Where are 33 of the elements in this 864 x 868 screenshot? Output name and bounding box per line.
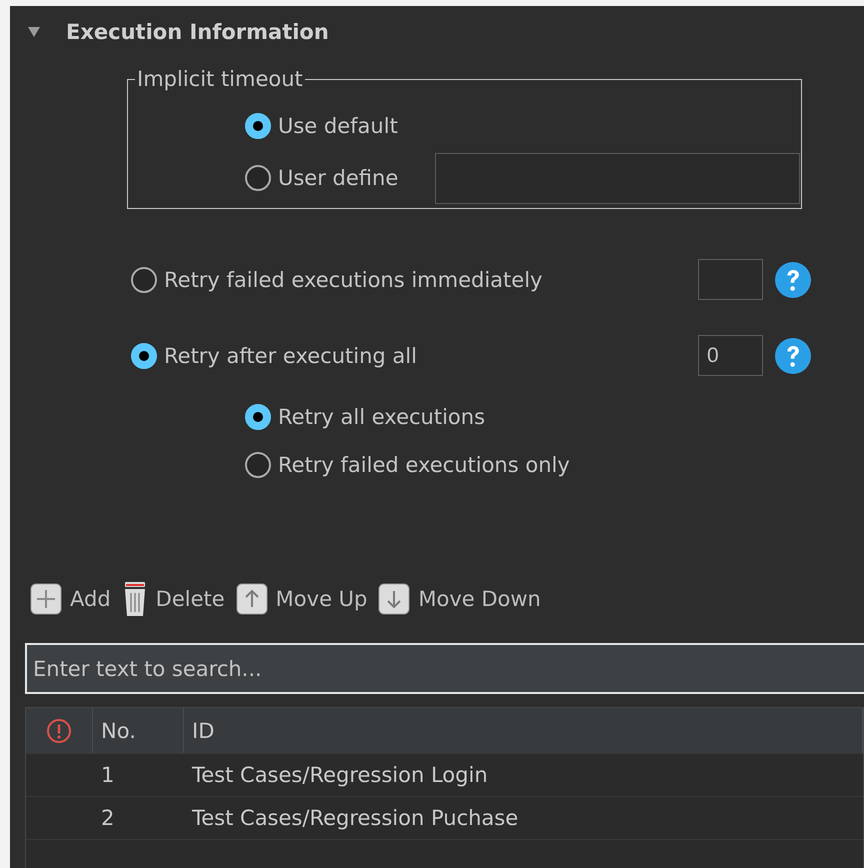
number-field[interactable] — [698, 259, 763, 300]
radio-button[interactable] — [245, 113, 271, 139]
number-field[interactable]: 0 — [698, 335, 763, 376]
column-header[interactable]: ID — [184, 708, 863, 753]
timeout-field[interactable] — [435, 152, 800, 204]
collapse-triangle-icon[interactable] — [27, 26, 41, 38]
help-icon[interactable] — [775, 338, 811, 374]
help-icon[interactable] — [775, 262, 811, 298]
alert-icon — [46, 718, 72, 744]
table-cell-text: 2 — [100, 806, 116, 830]
toolbar-button[interactable]: Delete — [122, 581, 225, 617]
toolbar-button[interactable]: Add — [30, 583, 111, 615]
column-header[interactable]: No. — [93, 708, 184, 753]
toolbar-button[interactable]: Move Down — [378, 583, 541, 615]
radio-button[interactable] — [245, 404, 271, 430]
option-label: Retry after executing all — [164, 344, 417, 368]
table-cell-text: 1 — [100, 763, 116, 787]
radio-button[interactable] — [245, 452, 271, 478]
table-cell-text: Test Cases/Regression Puchase — [191, 806, 520, 830]
section-title: Execution Information — [66, 20, 329, 44]
plus-icon — [30, 583, 62, 615]
option-label: Use default — [278, 114, 398, 138]
option-label: Retry failed executions immediately — [164, 268, 542, 292]
toolbar-button[interactable]: Move Up — [236, 583, 368, 615]
option-label: Retry failed executions only — [278, 453, 570, 477]
search-field[interactable]: Enter text to search... — [25, 643, 864, 694]
option-label: Retry all executions — [278, 405, 486, 429]
radio-button[interactable] — [131, 266, 157, 292]
radio-button[interactable] — [131, 342, 157, 368]
group-title: Implicit timeout — [136, 68, 304, 90]
table-cell-text: Test Cases/Regression Login — [191, 763, 489, 787]
radio-button[interactable] — [245, 165, 271, 191]
option-label: User define — [278, 166, 398, 190]
